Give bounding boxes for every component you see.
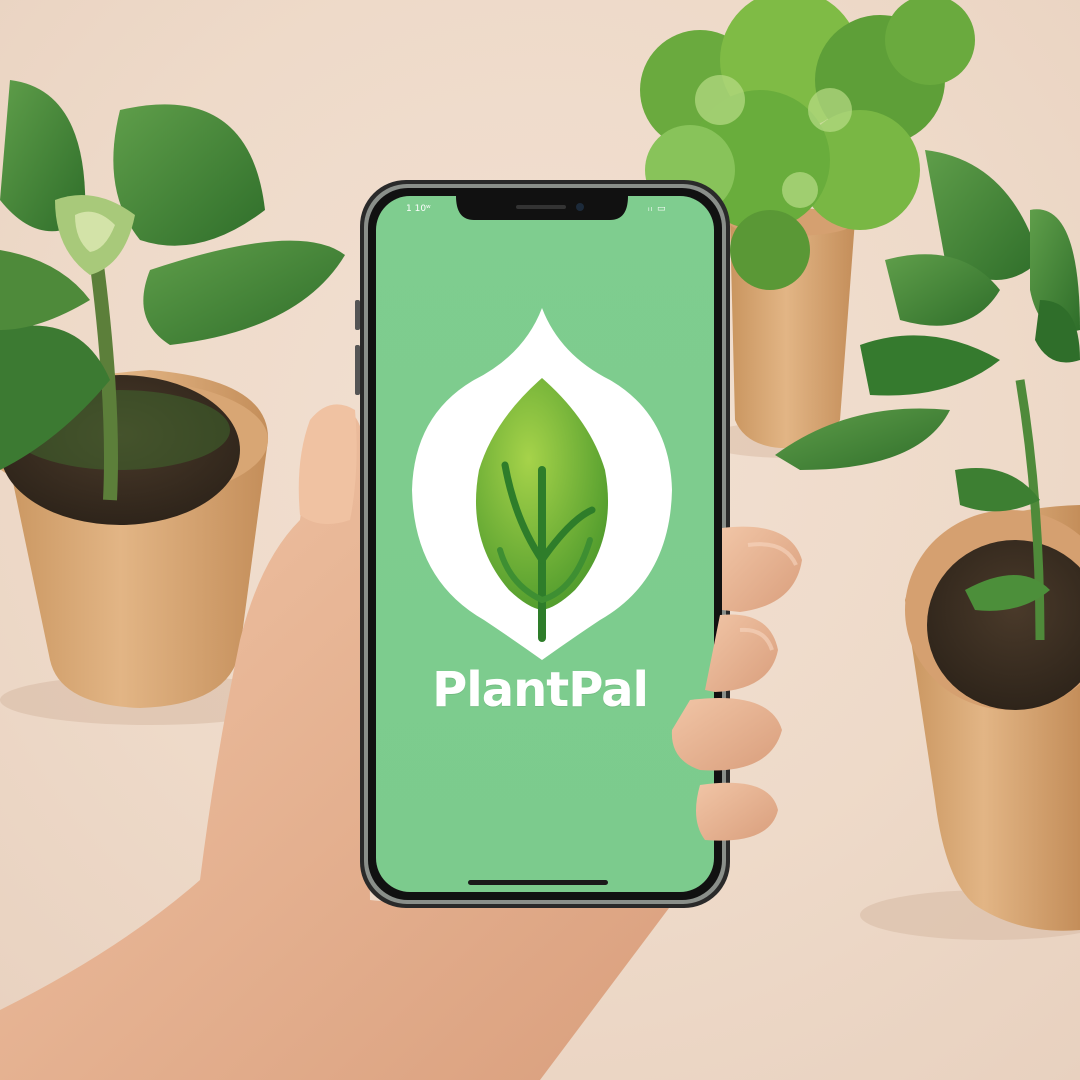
scene-illustration: [0, 0, 1080, 1080]
app-title: PlantPal: [432, 662, 649, 718]
status-bar-icons: ᵢₗ ▭: [648, 204, 667, 214]
photo-scene: 1 10ʷ ᵢₗ ▭ PlantPal: [0, 0, 1080, 1080]
status-bar-time: 1 10ʷ: [406, 204, 431, 214]
